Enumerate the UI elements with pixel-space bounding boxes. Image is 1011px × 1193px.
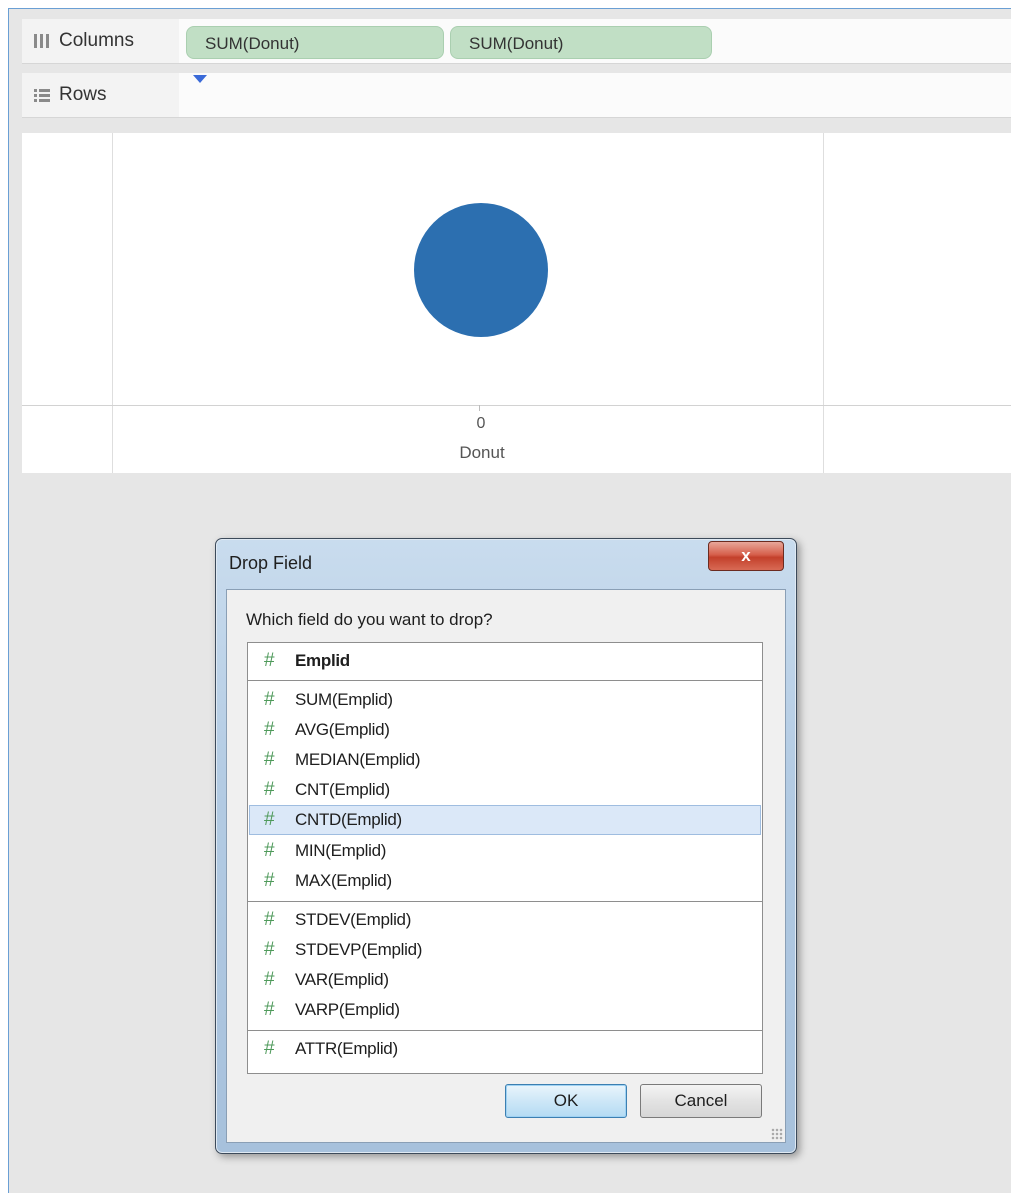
number-icon: #	[264, 809, 275, 830]
list-separator	[248, 901, 762, 902]
list-item-label: MAX(Emplid)	[295, 871, 392, 890]
number-icon: #	[264, 749, 275, 770]
list-item[interactable]: # MIN(Emplid)	[248, 837, 762, 865]
list-item-selected[interactable]: # CNTD(Emplid)	[249, 805, 761, 835]
columns-label-text: Columns	[59, 30, 134, 51]
close-button[interactable]: x	[708, 541, 784, 571]
axis-title[interactable]: Donut	[422, 443, 542, 463]
axis-line	[22, 405, 1011, 406]
columns-icon	[34, 34, 49, 48]
rows-icon	[34, 89, 50, 102]
list-item-label: CNTD(Emplid)	[295, 810, 402, 829]
number-icon: #	[264, 909, 275, 930]
drop-indicator-icon	[193, 75, 207, 83]
list-item-label: VARP(Emplid)	[295, 1000, 400, 1019]
close-icon: x	[741, 546, 751, 565]
number-icon: #	[264, 939, 275, 960]
list-item-label: AVG(Emplid)	[295, 720, 390, 739]
list-item-label: CNT(Emplid)	[295, 780, 390, 799]
rows-label-text: Rows	[59, 84, 107, 105]
list-item-label: VAR(Emplid)	[295, 970, 389, 989]
pane-divider	[823, 133, 824, 473]
list-item[interactable]: # STDEVP(Emplid)	[248, 936, 762, 964]
list-item[interactable]: # MEDIAN(Emplid)	[248, 746, 762, 774]
columns-shelf-label: Columns	[22, 19, 179, 63]
axis-tick	[479, 405, 480, 411]
list-item-label: MEDIAN(Emplid)	[295, 750, 421, 769]
number-icon: #	[264, 969, 275, 990]
list-item[interactable]: # MAX(Emplid)	[248, 867, 762, 895]
rows-shelf[interactable]: Rows	[22, 73, 1011, 118]
list-item[interactable]: # VARP(Emplid)	[248, 996, 762, 1024]
list-item-label: STDEV(Emplid)	[295, 910, 412, 929]
axis-tick-label: 0	[476, 415, 486, 432]
number-icon: #	[264, 1038, 275, 1059]
dialog-title: Drop Field	[229, 553, 313, 573]
list-item[interactable]: # VAR(Emplid)	[248, 966, 762, 994]
columns-drop-area[interactable]: SUM(Donut) SUM(Donut)	[179, 19, 1011, 63]
view-area[interactable]: 0 Donut	[22, 133, 1011, 473]
ok-button[interactable]: OK	[505, 1084, 627, 1118]
list-item[interactable]: # ATTR(Emplid)	[248, 1035, 762, 1063]
cancel-button[interactable]: Cancel	[640, 1084, 762, 1118]
number-icon: #	[264, 719, 275, 740]
pane-divider	[112, 133, 113, 473]
number-icon: #	[264, 689, 275, 710]
number-icon: #	[264, 840, 275, 861]
columns-shelf[interactable]: Columns SUM(Donut) SUM(Donut)	[22, 19, 1011, 64]
rows-shelf-label: Rows	[22, 73, 179, 117]
list-item-label: ATTR(Emplid)	[295, 1039, 398, 1058]
list-item-label: MIN(Emplid)	[295, 841, 387, 860]
column-pill-sum-donut-2[interactable]: SUM(Donut)	[450, 26, 712, 59]
list-separator	[248, 680, 762, 681]
rows-drop-area[interactable]	[179, 73, 1011, 117]
field-list[interactable]: # Emplid # SUM(Emplid) # AVG(Emplid) # M…	[247, 642, 763, 1074]
dialog-body: Which field do you want to drop? # Empli…	[226, 589, 786, 1143]
list-item[interactable]: # CNT(Emplid)	[248, 776, 762, 804]
list-item-label: STDEVP(Emplid)	[295, 940, 423, 959]
drop-field-dialog: Drop Field x Which field do you want to …	[215, 538, 797, 1154]
list-item[interactable]: # SUM(Emplid)	[248, 686, 762, 714]
pie-mark[interactable]	[414, 203, 548, 337]
number-icon: #	[264, 650, 275, 671]
list-item-label: Emplid	[295, 651, 350, 670]
list-item-label: SUM(Emplid)	[295, 690, 393, 709]
list-separator	[248, 1030, 762, 1031]
dialog-prompt: Which field do you want to drop?	[246, 610, 493, 629]
number-icon: #	[264, 779, 275, 800]
list-item[interactable]: # AVG(Emplid)	[248, 716, 762, 744]
column-pill-sum-donut-1[interactable]: SUM(Donut)	[186, 26, 444, 59]
list-item[interactable]: # STDEV(Emplid)	[248, 906, 762, 934]
resize-grip-icon[interactable]	[771, 1128, 783, 1140]
number-icon: #	[264, 999, 275, 1020]
number-icon: #	[264, 870, 275, 891]
list-item[interactable]: # Emplid	[248, 647, 762, 675]
